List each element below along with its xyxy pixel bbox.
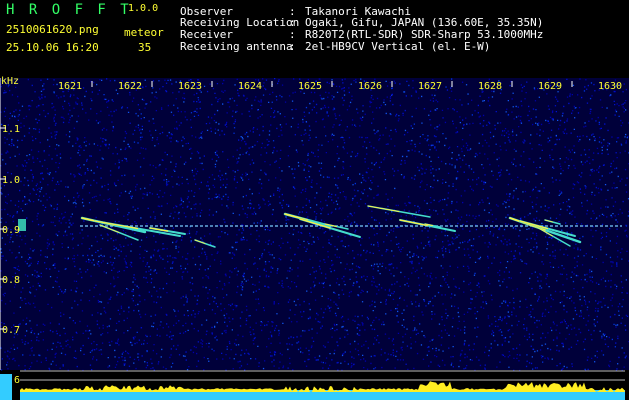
spectrogram-screen: H R O F F T 1.0.0 2510061620.png 25.10.0… <box>0 0 629 400</box>
x-tick-label: 1630 <box>598 81 622 92</box>
y-tick-label: 0.8 <box>2 275 20 286</box>
spectrogram-plot: 1621 1622 1623 1624 1625 1626 1627 1628 1629 1630… <box>0 76 629 400</box>
x-tick-label: 1625 <box>298 81 322 92</box>
profile-left-band <box>0 374 12 400</box>
y-tick-label: 1.1 <box>2 124 20 135</box>
x-tick-label: 1621 <box>58 81 82 92</box>
x-tick-label: 1626 <box>358 81 382 92</box>
y-tick-label: 1.0 <box>2 175 20 186</box>
x-tick-label: 1622 <box>118 81 142 92</box>
x-tick-label: 1624 <box>238 81 262 92</box>
power-profile-area <box>20 381 625 392</box>
y-tick-label: 0.9 <box>2 225 20 236</box>
axis-unit-label: kHz <box>1 76 19 87</box>
y-tick-label: 0.7 <box>2 325 20 336</box>
power-profile <box>0 370 625 400</box>
x-tick-label: 1627 <box>418 81 442 92</box>
x-tick-label: 1629 <box>538 81 562 92</box>
x-tick-label: 1628 <box>478 81 502 92</box>
x-tick-label: 1623 <box>178 81 202 92</box>
